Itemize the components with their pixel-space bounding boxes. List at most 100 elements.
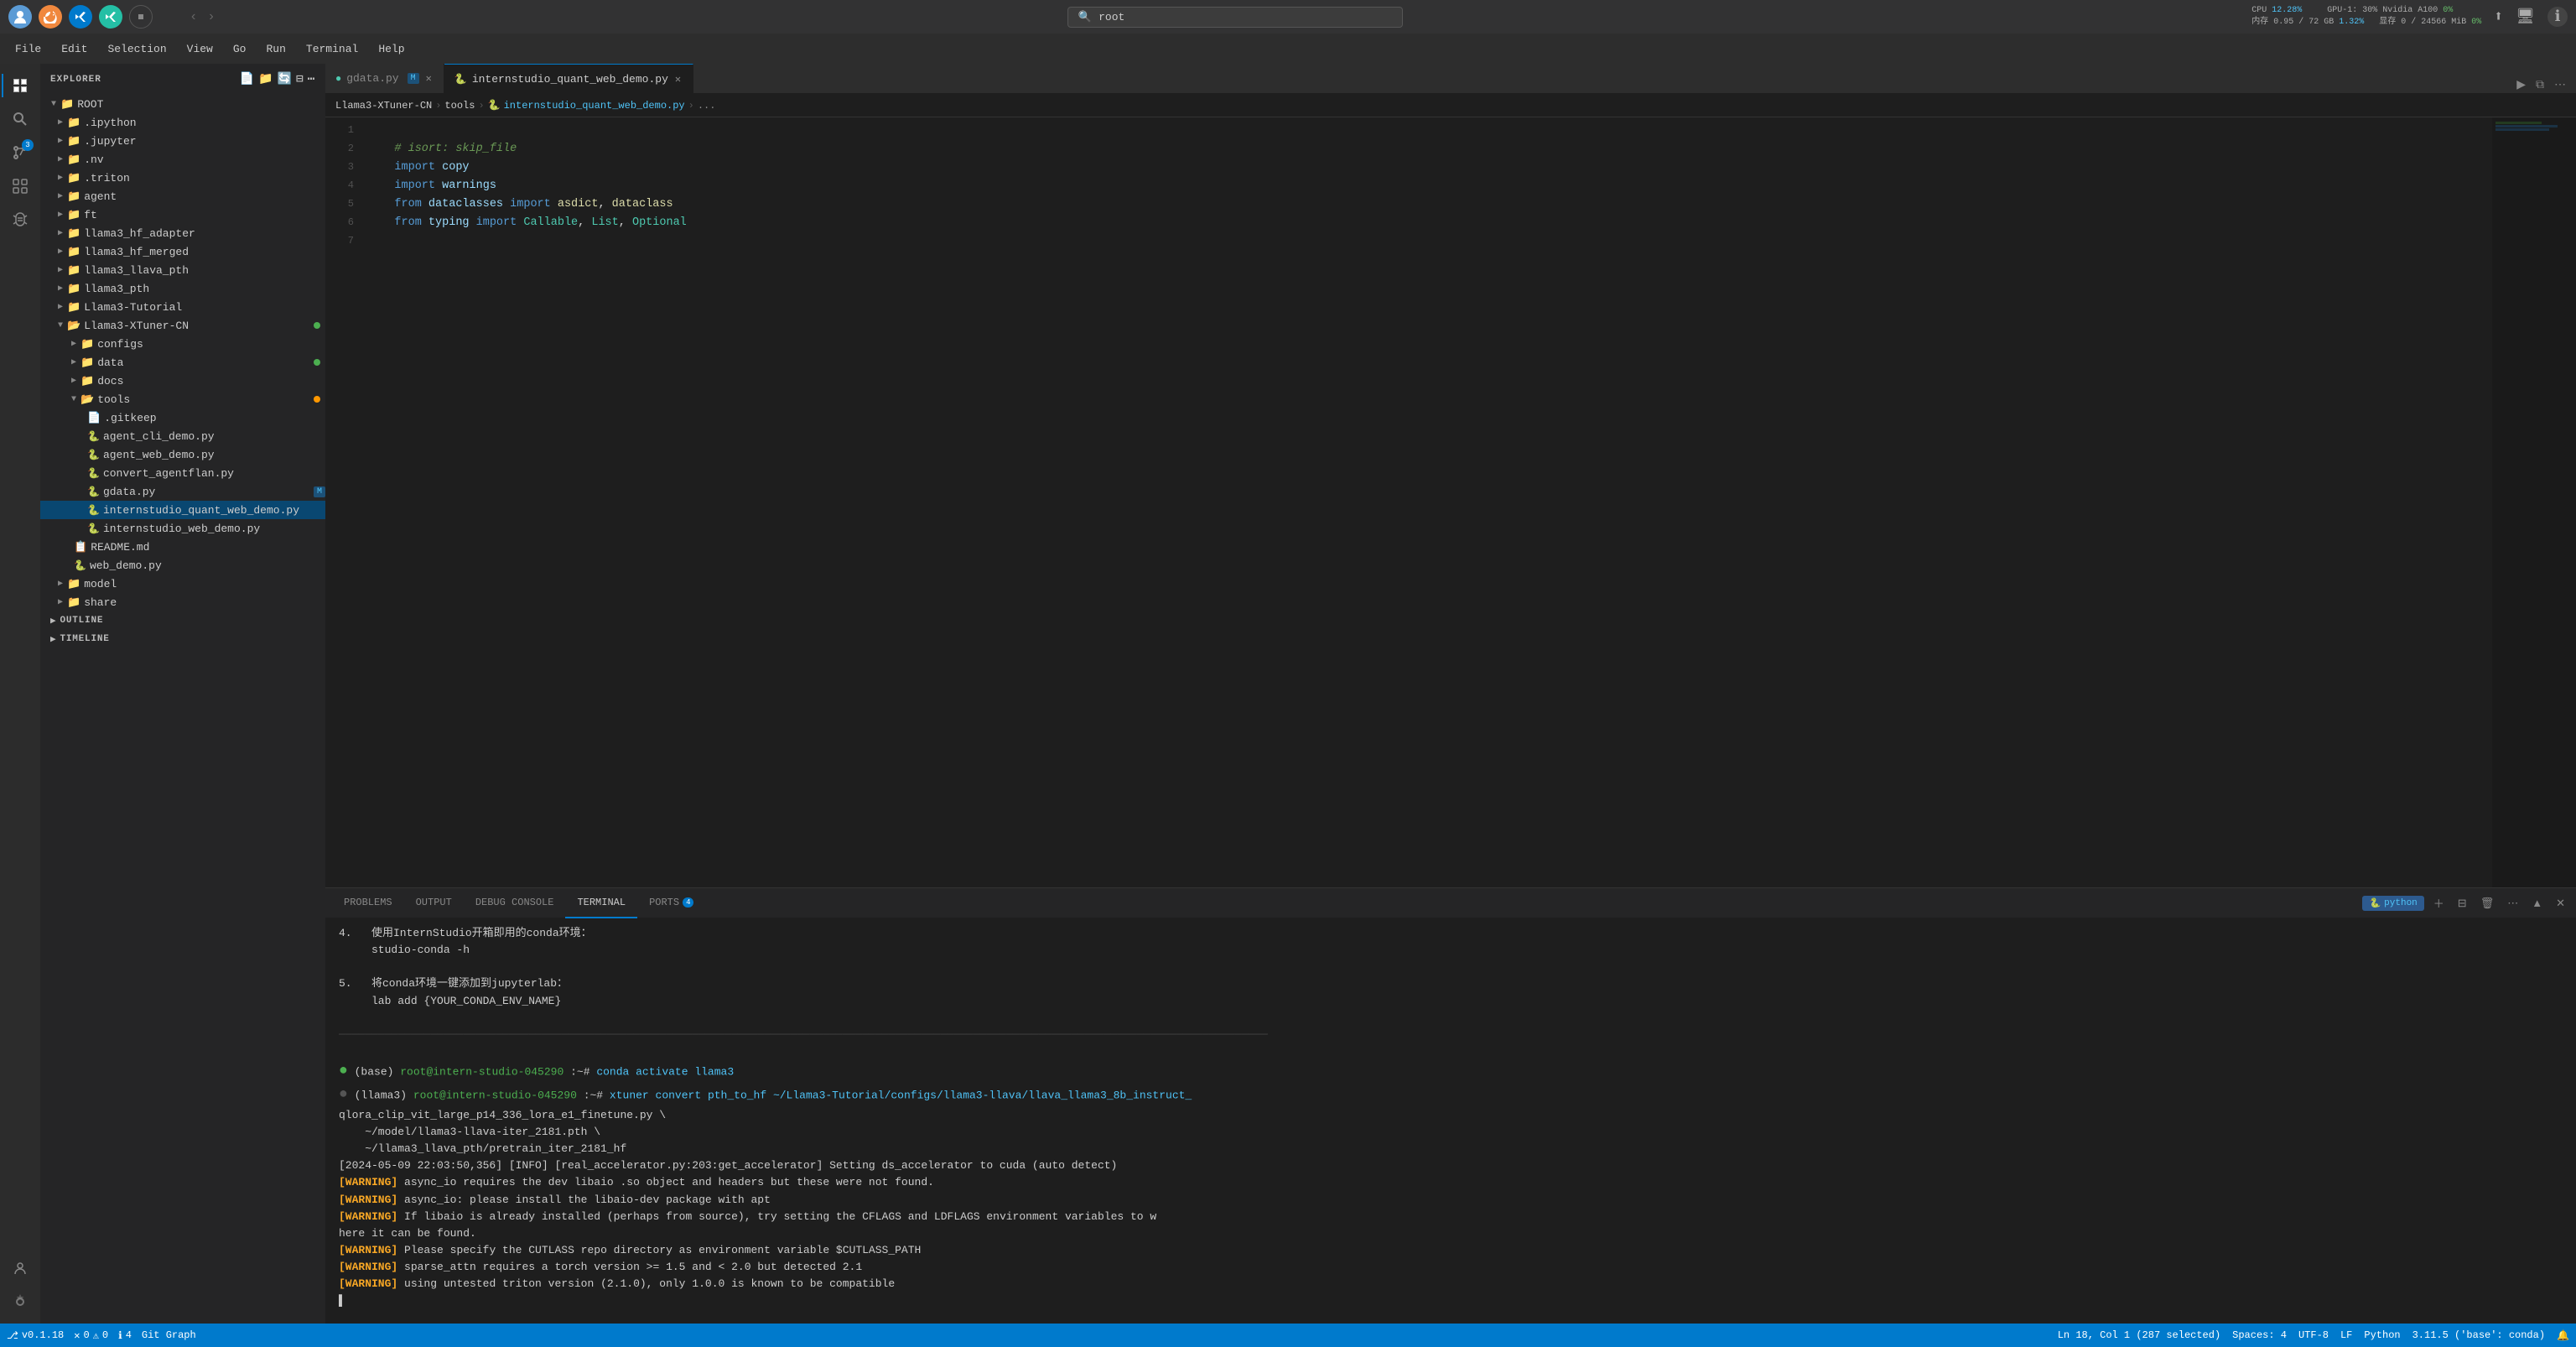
menu-file[interactable]: File xyxy=(7,39,49,59)
menu-selection[interactable]: Selection xyxy=(99,39,174,59)
tree-item-llama3-llava-pth[interactable]: ▶ 📁 llama3_llava_pth xyxy=(40,261,325,279)
back-button[interactable]: ‹ xyxy=(186,8,200,26)
terminal-content[interactable]: 4. 使用InternStudio开箱即用的conda环境： studio-co… xyxy=(325,918,2576,1324)
search-bar[interactable]: 🔍 root xyxy=(1067,7,1403,28)
tab-ports[interactable]: PORTS 4 xyxy=(637,888,705,918)
menu-bar: File Edit Selection View Go Run Terminal… xyxy=(0,34,2576,64)
upload-icon[interactable]: ⬆ xyxy=(2494,8,2503,26)
info-icon[interactable]: ℹ xyxy=(2547,7,2568,27)
code-editor[interactable]: 1 2 # isort: skip_file 3 import copy 4 i… xyxy=(325,117,2492,887)
tab-output[interactable]: OUTPUT xyxy=(404,888,464,918)
line-ending-item[interactable]: LF xyxy=(2340,1329,2352,1341)
tree-item-model[interactable]: ▶ 📁 model xyxy=(40,575,325,593)
new-folder-icon[interactable]: 📁 xyxy=(258,72,273,86)
trash-button[interactable]: 🗑 xyxy=(2476,895,2499,912)
tree-item-llama3-hf-merged[interactable]: ▶ 📁 llama3_hf_merged xyxy=(40,242,325,261)
encoding-item[interactable]: UTF-8 xyxy=(2298,1329,2329,1341)
search-activity-icon[interactable] xyxy=(5,104,35,134)
tree-item-configs[interactable]: ▶ 📁 configs xyxy=(40,335,325,353)
ln-col-item[interactable]: Ln 18, Col 1 (287 selected) xyxy=(2058,1329,2220,1341)
close-panel-button[interactable]: ✕ xyxy=(2552,895,2569,912)
tab-terminal[interactable]: TERMINAL xyxy=(565,888,637,918)
explorer-icon[interactable] xyxy=(5,70,35,101)
refresh-icon[interactable]: 🔄 xyxy=(278,72,293,86)
tree-item-readme[interactable]: 📋 README.md xyxy=(40,538,325,556)
breadcrumb-root[interactable]: Llama3-XTuner-CN xyxy=(335,100,432,112)
sync-icon[interactable] xyxy=(39,5,62,29)
tab-gdata[interactable]: ● gdata.py M ✕ xyxy=(325,64,444,93)
tab-debug-console[interactable]: DEBUG CONSOLE xyxy=(464,888,566,918)
tree-item-docs[interactable]: ▶ 📁 docs xyxy=(40,372,325,390)
split-editor-button[interactable]: ⧉ xyxy=(2532,75,2547,93)
accounts-icon[interactable] xyxy=(5,1253,35,1283)
git-branch[interactable]: ⎇ v0.1.18 xyxy=(7,1329,64,1342)
breadcrumb-ellipsis[interactable]: ... xyxy=(698,100,716,112)
breadcrumb-file[interactable]: 🐍 internstudio_quant_web_demo.py xyxy=(488,99,685,112)
tree-item-llama3-pth[interactable]: ▶ 📁 llama3_pth xyxy=(40,279,325,298)
tree-item-llama3-hf-adapter[interactable]: ▶ 📁 llama3_hf_adapter xyxy=(40,224,325,242)
tree-item-triton[interactable]: ▶ 📁 .triton xyxy=(40,169,325,187)
warning-icon: ⚠ xyxy=(93,1329,99,1342)
code-line-3: 3 import copy xyxy=(325,158,2492,176)
tab-problems[interactable]: PROBLEMS xyxy=(332,888,404,918)
settings-icon[interactable] xyxy=(5,1287,35,1317)
tree-item-agent[interactable]: ▶ 📁 agent xyxy=(40,187,325,205)
tab-gdata-close[interactable]: ✕ xyxy=(424,71,434,86)
menu-help[interactable]: Help xyxy=(370,39,413,59)
menu-go[interactable]: Go xyxy=(225,39,255,59)
tab-quant-close[interactable]: ✕ xyxy=(673,72,683,86)
tree-item-share[interactable]: ▶ 📁 share xyxy=(40,593,325,611)
forward-button[interactable]: › xyxy=(204,8,218,26)
python-icon: 🐍 xyxy=(2369,897,2381,909)
tab-internstudio-quant[interactable]: 🐍 internstudio_quant_web_demo.py ✕ xyxy=(444,64,693,93)
add-terminal-button[interactable]: ＋ xyxy=(2429,893,2449,913)
python-badge[interactable]: 🐍 python xyxy=(2362,896,2423,911)
tree-item-convert[interactable]: 🐍 convert_agentflan.py xyxy=(40,464,325,482)
run-button[interactable]: ▶ xyxy=(2513,75,2529,93)
tree-item-web-demo[interactable]: 🐍 web_demo.py xyxy=(40,556,325,575)
tree-item-llama3-tutorial[interactable]: ▶ 📁 Llama3-Tutorial xyxy=(40,298,325,316)
tree-item-tools[interactable]: ▼ 📂 tools xyxy=(40,390,325,408)
tree-item-ft[interactable]: ▶ 📁 ft xyxy=(40,205,325,224)
breadcrumb-tools[interactable]: tools xyxy=(444,100,475,112)
maximize-panel-button[interactable]: ▲ xyxy=(2527,895,2547,911)
notifications-item[interactable]: 🔔 xyxy=(2557,1329,2569,1342)
python-version-item[interactable]: 3.11.5 ('base': conda) xyxy=(2412,1329,2545,1341)
errors-item[interactable]: ✕ 0 ⚠ 0 xyxy=(74,1329,108,1342)
terminal-line: 4. 使用InternStudio开箱即用的conda环境： xyxy=(339,925,2563,942)
screen-icon[interactable]: 🖥 xyxy=(2516,8,2535,26)
timeline-section[interactable]: ▶ TIMELINE xyxy=(40,630,325,648)
menu-edit[interactable]: Edit xyxy=(53,39,96,59)
language-item[interactable]: Python xyxy=(2364,1329,2400,1341)
outline-section[interactable]: ▶ OUTLINE xyxy=(40,611,325,630)
menu-terminal[interactable]: Terminal xyxy=(298,39,366,59)
more-icon[interactable]: ⋯ xyxy=(308,72,315,86)
more-actions-button[interactable]: ⋯ xyxy=(2551,75,2569,93)
spaces-item[interactable]: Spaces: 4 xyxy=(2232,1329,2287,1341)
git-graph-item[interactable]: Git Graph xyxy=(142,1329,196,1341)
tree-item-jupyter[interactable]: ▶ 📁 .jupyter xyxy=(40,132,325,150)
menu-view[interactable]: View xyxy=(179,39,221,59)
info-item[interactable]: ℹ 4 xyxy=(118,1329,132,1342)
extensions-icon[interactable] xyxy=(5,171,35,201)
tree-item-data[interactable]: ▶ 📁 data xyxy=(40,353,325,372)
tree-item-agent-cli[interactable]: 🐍 agent_cli_demo.py xyxy=(40,427,325,445)
debug-icon[interactable] xyxy=(5,205,35,235)
source-control-icon[interactable]: 3 xyxy=(5,138,35,168)
tree-item-internstudio-quant[interactable]: 🐍 internstudio_quant_web_demo.py xyxy=(40,501,325,519)
tree-item-gitkeep[interactable]: 📄 .gitkeep xyxy=(40,408,325,427)
new-file-icon[interactable]: 📄 xyxy=(240,72,255,86)
menu-run[interactable]: Run xyxy=(257,39,293,59)
collapse-all-icon[interactable]: ⊟ xyxy=(296,72,304,86)
split-terminal-button[interactable]: ⊟ xyxy=(2454,895,2471,912)
tools-badge xyxy=(314,396,320,403)
tree-item-llama3-xtuner-cn[interactable]: ▼ 📂 Llama3-XTuner-CN xyxy=(40,316,325,335)
tree-item-agent-web[interactable]: 🐍 agent_web_demo.py xyxy=(40,445,325,464)
tree-item-ipython[interactable]: ▶ 📁 .ipython xyxy=(40,113,325,132)
tree-item-nv[interactable]: ▶ 📁 .nv xyxy=(40,150,325,169)
tree-item-gdata[interactable]: 🐍 gdata.py M xyxy=(40,482,325,501)
outline-arrow: ▶ xyxy=(50,615,56,627)
tree-item-internstudio-web[interactable]: 🐍 internstudio_web_demo.py xyxy=(40,519,325,538)
more-panel-button[interactable]: ⋯ xyxy=(2503,895,2522,912)
tree-root[interactable]: ▼ 📁 ROOT xyxy=(40,95,325,113)
